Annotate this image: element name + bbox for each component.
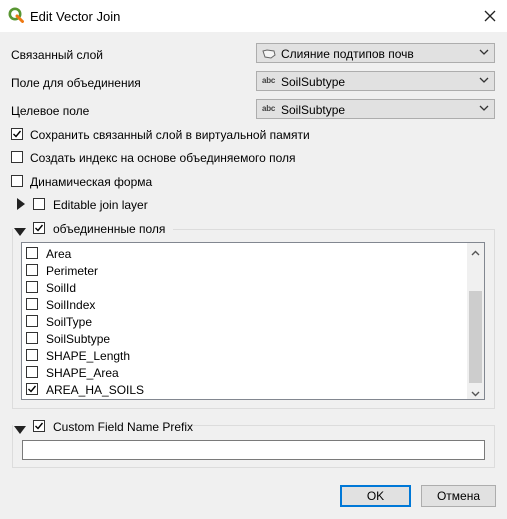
- field-checkbox[interactable]: [26, 366, 38, 378]
- field-label: SoilSubtype: [46, 332, 111, 346]
- qgis-logo-icon: [8, 7, 24, 23]
- chevron-down-icon: [478, 46, 490, 58]
- list-item[interactable]: AREA_HA_SOILS: [26, 381, 466, 398]
- field-label: Area: [46, 247, 72, 261]
- join-field-combo[interactable]: abc SoilSubtype: [256, 71, 495, 91]
- join-layer-combo[interactable]: Слияние подтипов почв: [256, 43, 495, 63]
- field-checkbox[interactable]: [26, 281, 38, 293]
- field-label: Perimeter: [46, 264, 99, 278]
- field-checkbox[interactable]: [26, 349, 38, 361]
- scrollbar-thumb[interactable]: [469, 291, 482, 383]
- polygon-layer-icon: [262, 48, 276, 59]
- scroll-down-icon[interactable]: [471, 387, 480, 397]
- index-label: Создать индекс на основе объединяемого п…: [30, 151, 296, 165]
- editable-join-label: Editable join layer: [53, 198, 148, 212]
- target-field-combo[interactable]: abc SoilSubtype: [256, 99, 495, 119]
- prefix-input[interactable]: [22, 440, 485, 460]
- list-item[interactable]: Perimeter: [26, 262, 466, 279]
- field-checkbox[interactable]: [26, 383, 38, 395]
- abc-field-icon: abc: [262, 76, 276, 85]
- field-label: SHAPE_Length: [46, 349, 131, 363]
- field-label: SHAPE_Area: [46, 366, 119, 380]
- close-icon[interactable]: [478, 4, 502, 28]
- join-field-value: SoilSubtype: [281, 75, 346, 89]
- scroll-up-icon[interactable]: [471, 247, 480, 256]
- list-item[interactable]: SoilIndex: [26, 296, 466, 313]
- field-checkbox[interactable]: [26, 247, 38, 259]
- chevron-down-icon: [478, 102, 490, 114]
- dynamic-form-checkbox[interactable]: [11, 175, 23, 187]
- list-item[interactable]: SHAPE_Area: [26, 364, 466, 381]
- list-item[interactable]: Area: [26, 245, 466, 262]
- triangle-down-icon[interactable]: [14, 423, 26, 434]
- list-item[interactable]: SoilSubtype: [26, 330, 466, 347]
- dynamic-form-label: Динамическая форма: [30, 175, 153, 189]
- field-label: SoilIndex: [46, 298, 96, 312]
- triangle-right-icon[interactable]: [16, 198, 26, 210]
- cancel-button[interactable]: Отмена: [421, 485, 496, 507]
- join-layer-value: Слияние подтипов почв: [281, 47, 414, 61]
- chevron-down-icon: [478, 74, 490, 86]
- ok-button[interactable]: OK: [340, 485, 411, 507]
- join-layer-label: Связанный слой: [11, 48, 104, 62]
- field-label: AREA_HA_SOILS: [46, 383, 145, 397]
- prefix-label: Custom Field Name Prefix: [53, 420, 194, 434]
- joined-fields-label: объединенные поля: [53, 222, 166, 236]
- target-field-label: Целевое поле: [11, 104, 90, 118]
- field-label: SoilId: [46, 281, 77, 295]
- cache-checkbox[interactable]: [11, 128, 23, 140]
- list-item[interactable]: SoilType: [26, 313, 466, 330]
- window-title: Edit Vector Join: [30, 9, 121, 24]
- join-field-label: Поле для объединения: [11, 76, 141, 90]
- editable-join-checkbox[interactable]: [33, 198, 45, 210]
- list-item[interactable]: SHAPE_Length: [26, 347, 466, 364]
- target-field-value: SoilSubtype: [281, 103, 346, 117]
- prefix-checkbox[interactable]: [33, 420, 45, 432]
- field-checkbox[interactable]: [26, 298, 38, 310]
- joined-fields-checkbox[interactable]: [33, 222, 45, 234]
- list-item[interactable]: SoilId: [26, 279, 466, 296]
- field-checkbox[interactable]: [26, 332, 38, 344]
- field-checkbox[interactable]: [26, 315, 38, 327]
- triangle-down-icon[interactable]: [14, 225, 26, 236]
- index-checkbox[interactable]: [11, 151, 23, 163]
- cache-label: Сохранить связанный слой в виртуальной п…: [30, 128, 310, 142]
- abc-field-icon: abc: [262, 104, 276, 113]
- joined-fields-list[interactable]: Area Perimeter SoilId SoilIndex SoilType…: [21, 242, 485, 400]
- field-checkbox[interactable]: [26, 264, 38, 276]
- field-label: SoilType: [46, 315, 93, 329]
- vertical-scrollbar[interactable]: [467, 243, 484, 399]
